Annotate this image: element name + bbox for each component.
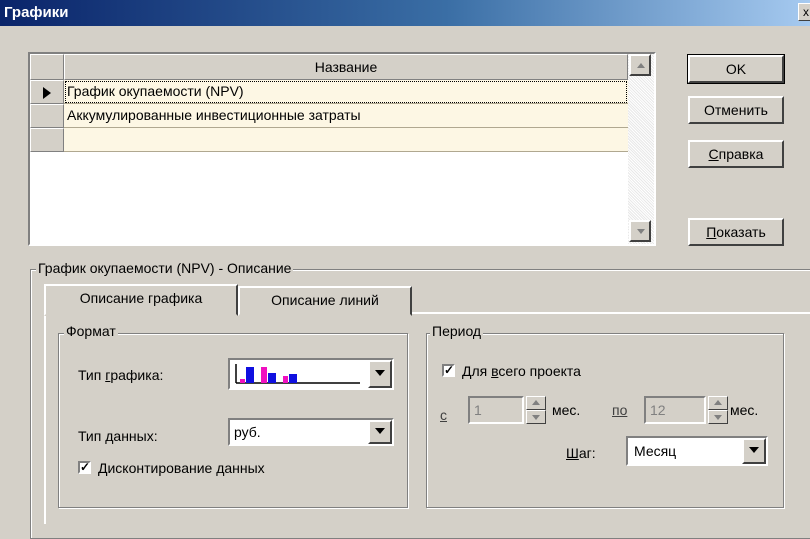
column-header-name[interactable]: Название — [64, 54, 628, 80]
spin-up-button[interactable] — [526, 396, 546, 410]
discount-checkbox[interactable]: ✓ — [78, 461, 91, 474]
window-title: Графики — [4, 4, 69, 21]
show-label: оказать — [716, 224, 766, 240]
data-type-value: руб. — [234, 424, 261, 440]
row-indicator — [30, 128, 64, 152]
chart-type-dropdown[interactable] — [228, 358, 394, 390]
scroll-down-button[interactable] — [629, 220, 651, 242]
spin-down-button[interactable] — [526, 410, 546, 424]
cancel-button[interactable]: Отменить — [688, 96, 784, 124]
period-group-label: Период — [430, 323, 484, 339]
current-row-arrow-icon — [43, 87, 51, 99]
from-month-input[interactable]: 1 — [468, 396, 524, 424]
ok-button[interactable]: OK — [687, 54, 785, 84]
spin-up-icon — [532, 400, 540, 405]
show-button[interactable]: Показать — [688, 218, 784, 246]
step-dropdown-button[interactable] — [742, 438, 766, 464]
to-month-spinner[interactable] — [708, 396, 728, 424]
bar-chart-icon — [235, 364, 360, 384]
spin-down-icon — [532, 415, 540, 420]
from-unit-label: мес. — [552, 402, 581, 418]
data-type-dropdown[interactable]: руб. — [228, 418, 394, 446]
title-bar: Графики x — [0, 0, 810, 26]
scroll-up-icon — [637, 63, 645, 68]
grid-header: Название — [30, 54, 628, 80]
whole-project-checkbox[interactable]: ✓ — [442, 364, 455, 377]
chart-type-dropdown-button[interactable] — [368, 360, 392, 388]
to-label: по — [612, 402, 628, 418]
help-label: правка — [718, 146, 764, 162]
data-type-dropdown-button[interactable] — [368, 420, 392, 444]
from-month-spinner[interactable] — [526, 396, 546, 424]
discount-label[interactable]: Дисконтирование данных — [98, 460, 265, 476]
tab-chart-description[interactable]: Описание графика — [44, 284, 238, 316]
scroll-up-button[interactable] — [629, 54, 651, 76]
close-icon[interactable]: x — [798, 3, 810, 21]
table-row[interactable]: Аккумулированные инвестиционные затраты — [30, 104, 628, 128]
table-row[interactable]: График окупаемости (NPV) — [30, 80, 628, 104]
table-row[interactable] — [30, 128, 628, 152]
charts-grid: Название График окупаемости (NPV) Аккуму… — [28, 52, 656, 246]
tab-lines-description[interactable]: Описание линий — [238, 286, 412, 316]
step-value: Месяц — [634, 443, 677, 459]
spin-up-button[interactable] — [708, 396, 728, 410]
grid-cell-name[interactable]: Аккумулированные инвестиционные затраты — [64, 104, 628, 128]
chevron-down-icon — [375, 370, 385, 376]
whole-project-label[interactable]: Для всего проекта — [462, 363, 581, 379]
grid-cell-name[interactable] — [64, 128, 628, 152]
grid-cell-name[interactable]: График окупаемости (NPV) — [64, 80, 628, 104]
header-indicator-cell — [30, 54, 64, 80]
row-indicator — [30, 104, 64, 128]
show-hotkey: П — [706, 224, 717, 240]
charts-dialog: Графики x Название График окупаемости (N… — [0, 0, 810, 539]
step-dropdown[interactable]: Месяц — [626, 436, 768, 466]
spin-up-icon — [714, 400, 722, 405]
to-month-value: 12 — [650, 402, 666, 418]
help-button[interactable]: Справка — [688, 140, 784, 168]
help-hotkey: С — [708, 146, 719, 162]
data-type-label: Тип данных: — [78, 428, 158, 444]
from-label: с — [440, 407, 447, 423]
to-month-input[interactable]: 12 — [644, 396, 706, 424]
format-group-label: Формат — [64, 323, 118, 339]
grid-vertical-scrollbar[interactable] — [628, 54, 654, 244]
row-indicator — [30, 80, 64, 104]
scroll-down-icon — [637, 229, 645, 234]
to-unit-label: мес. — [730, 402, 759, 418]
chevron-down-icon — [749, 447, 759, 453]
description-group-label: График окупаемости (NPV) - Описание — [36, 260, 294, 276]
chevron-down-icon — [375, 428, 385, 434]
spin-down-icon — [714, 415, 722, 420]
chart-type-label: Тип графика: — [78, 367, 164, 383]
spin-down-button[interactable] — [708, 410, 728, 424]
step-label: Шаг: — [566, 445, 596, 461]
from-month-value: 1 — [474, 402, 482, 418]
